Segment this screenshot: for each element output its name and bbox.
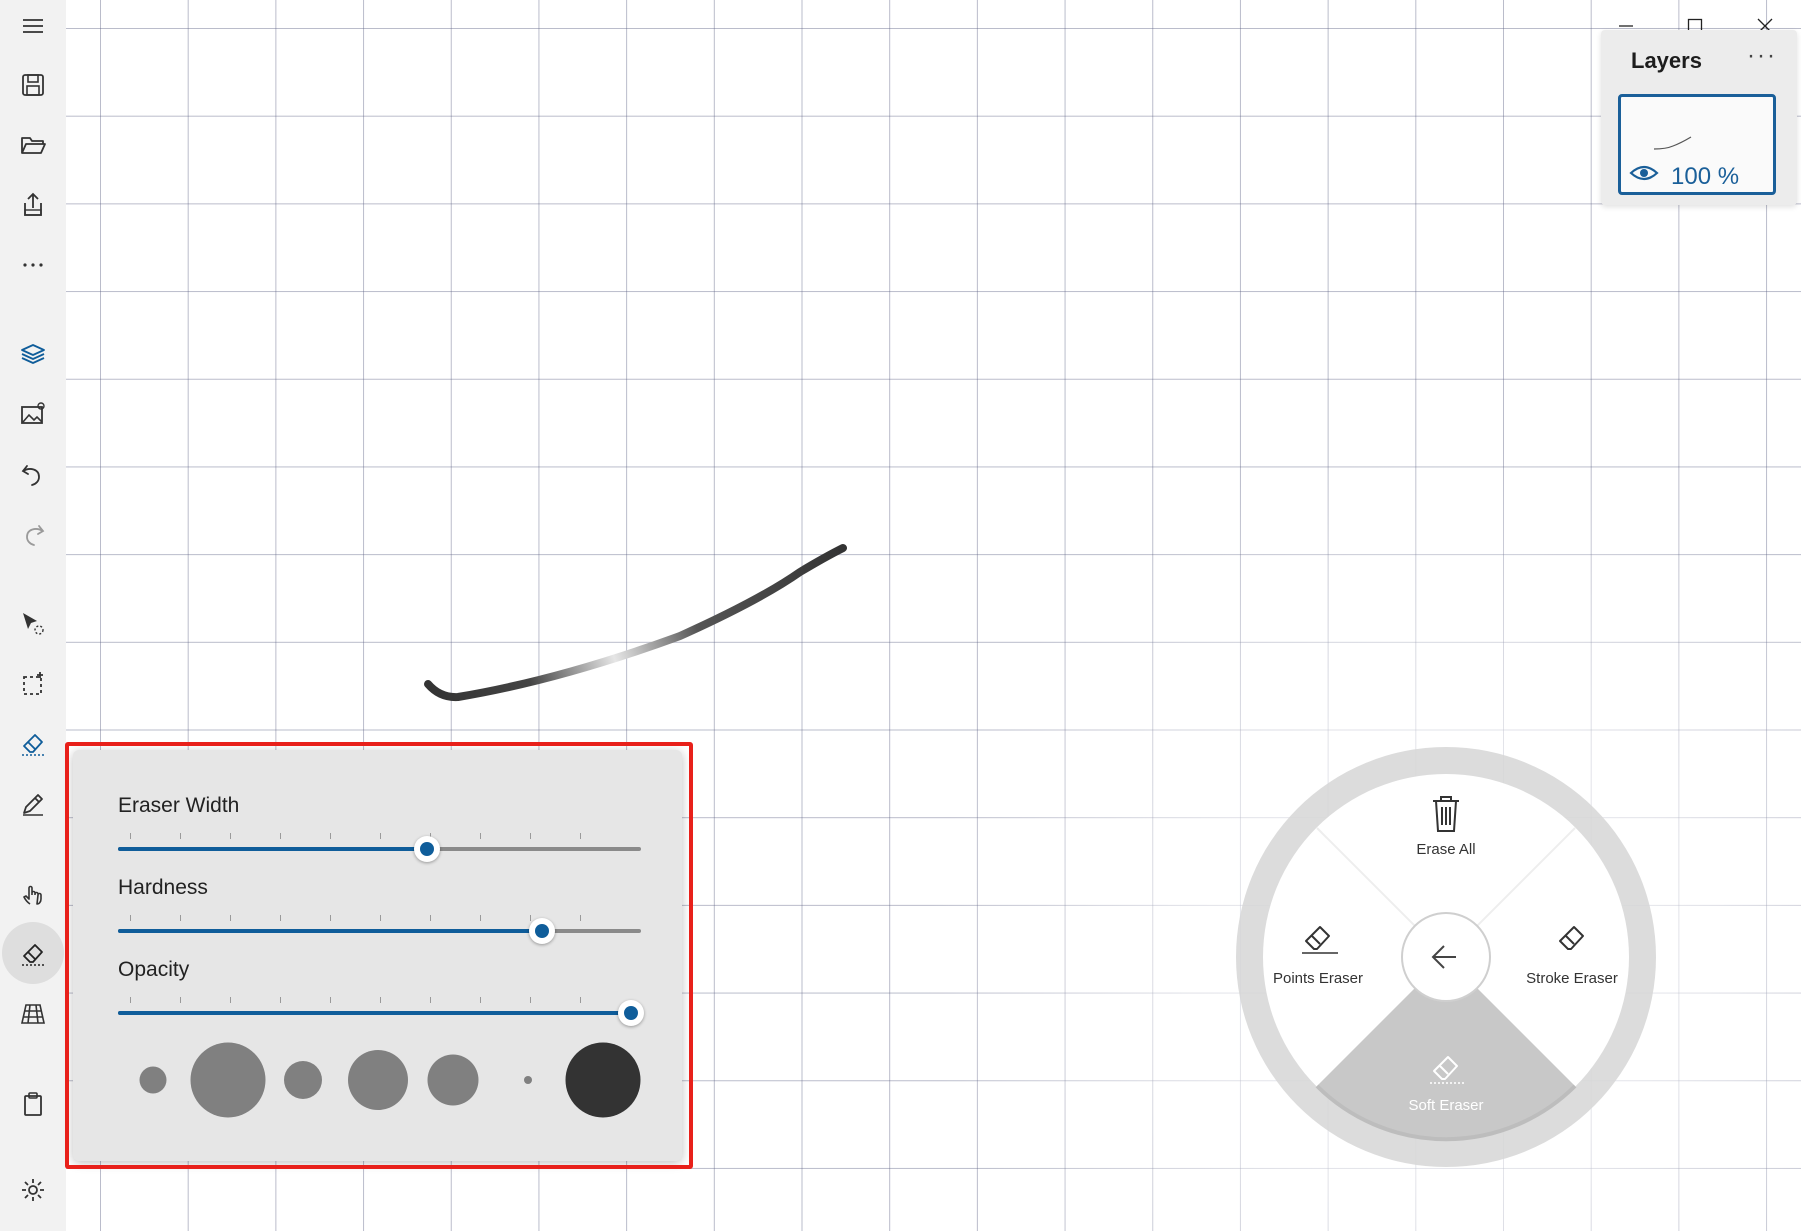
eraser-active-icon bbox=[22, 944, 44, 966]
select-transform-icon bbox=[23, 613, 44, 635]
layers-more-button[interactable]: ··· bbox=[1747, 42, 1777, 70]
menu-icon bbox=[23, 19, 43, 33]
clipboard-button[interactable] bbox=[0, 1078, 66, 1130]
select-transform-button[interactable] bbox=[0, 598, 66, 650]
back-arrow-icon[interactable] bbox=[1426, 937, 1466, 977]
save-icon bbox=[22, 74, 44, 96]
redo-icon bbox=[26, 525, 45, 546]
eraser-icon bbox=[22, 734, 44, 756]
perspective-grid-icon bbox=[21, 1004, 45, 1024]
open-folder-icon bbox=[21, 137, 46, 154]
settings-button[interactable] bbox=[0, 1164, 66, 1216]
menu-button[interactable] bbox=[0, 0, 66, 52]
perspective-grid-button[interactable] bbox=[0, 988, 66, 1040]
insert-image-icon bbox=[21, 402, 45, 424]
touch-draw-icon bbox=[23, 885, 42, 905]
highlight-box bbox=[65, 742, 693, 1169]
eraser-radial-menu: Erase All Points Eraser Stroke Eraser So… bbox=[1222, 733, 1670, 1181]
stroke-eraser-icon[interactable] bbox=[1552, 919, 1596, 959]
open-button[interactable] bbox=[0, 119, 66, 171]
layers-panel: Layers ··· 100 % bbox=[1601, 30, 1797, 205]
more-icon bbox=[23, 263, 43, 267]
more-button[interactable] bbox=[0, 239, 66, 291]
undo-icon bbox=[21, 465, 40, 486]
share-icon bbox=[24, 192, 42, 216]
soft-eraser-label[interactable]: Soft Eraser bbox=[1408, 1097, 1483, 1114]
layer-thumbnail[interactable]: 100 % bbox=[1618, 94, 1776, 195]
stroke-eraser-label[interactable]: Stroke Eraser bbox=[1526, 970, 1618, 987]
clipboard-icon bbox=[24, 1092, 42, 1116]
redo-button[interactable] bbox=[0, 508, 66, 560]
eye-icon[interactable] bbox=[1629, 163, 1659, 183]
layer-opacity: 100 % bbox=[1671, 163, 1740, 190]
selection-icon bbox=[23, 672, 43, 695]
save-button[interactable] bbox=[0, 59, 66, 111]
undo-button[interactable] bbox=[0, 448, 66, 500]
pen-tool-button[interactable] bbox=[0, 778, 66, 830]
points-eraser-label[interactable]: Points Eraser bbox=[1273, 970, 1363, 987]
share-button[interactable] bbox=[0, 179, 66, 231]
insert-image-button[interactable] bbox=[0, 388, 66, 440]
eraser-settings-button[interactable] bbox=[0, 922, 66, 984]
trash-icon[interactable] bbox=[1428, 793, 1464, 835]
eraser-tool-button[interactable] bbox=[0, 718, 66, 770]
soft-eraser-icon[interactable] bbox=[1426, 1049, 1470, 1089]
erase-all-label[interactable]: Erase All bbox=[1416, 841, 1475, 858]
settings-icon bbox=[22, 1179, 44, 1201]
points-eraser-icon[interactable] bbox=[1298, 919, 1342, 959]
left-toolbar bbox=[0, 0, 66, 1231]
pen-icon bbox=[23, 794, 43, 816]
layers-button[interactable] bbox=[0, 328, 66, 380]
layers-icon bbox=[21, 344, 45, 364]
selection-button[interactable] bbox=[0, 658, 66, 710]
touch-draw-button[interactable] bbox=[0, 868, 66, 920]
layers-title: Layers bbox=[1631, 48, 1702, 73]
